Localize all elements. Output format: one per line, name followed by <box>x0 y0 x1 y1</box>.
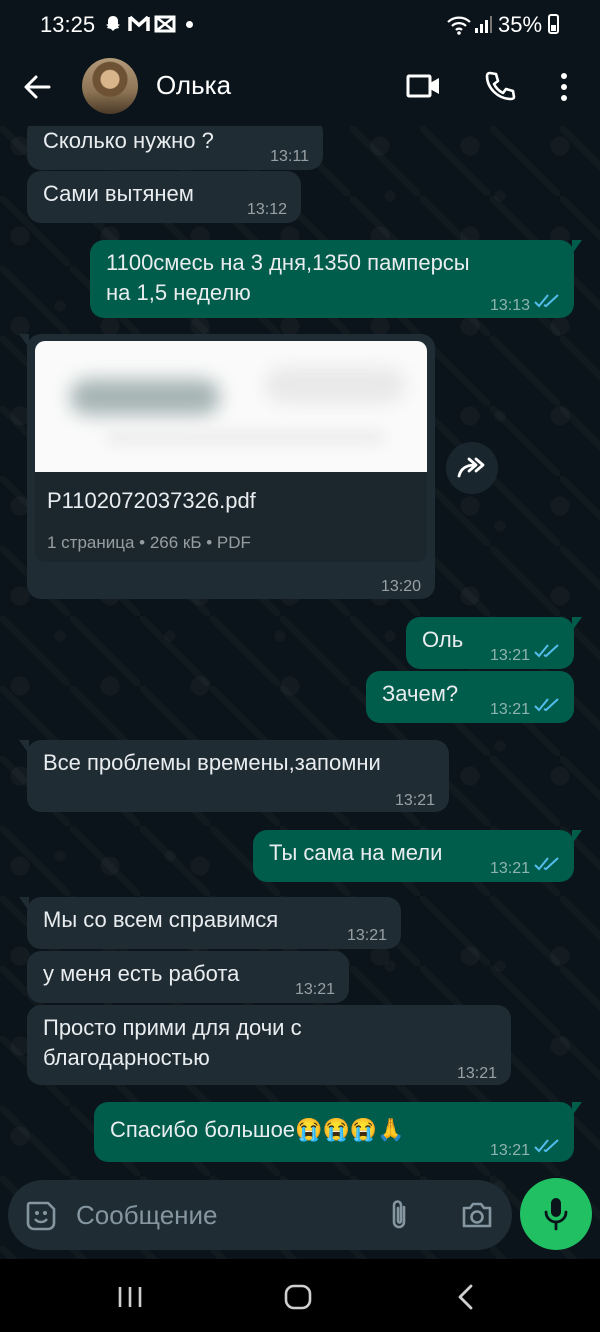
video-call-icon[interactable] <box>406 72 442 100</box>
message-text: у меня есть работа <box>43 961 240 986</box>
message-input-box[interactable]: Сообщение <box>8 1180 512 1250</box>
status-bar: 13:25 35% <box>0 0 600 50</box>
gmail-icon <box>128 15 150 31</box>
camera-icon[interactable] <box>460 1200 494 1230</box>
message-text: Зачем? <box>382 681 459 706</box>
voice-call-icon[interactable] <box>484 70 516 102</box>
chat-header: Олька <box>0 50 600 126</box>
message-text: Оль <box>422 627 464 652</box>
message-incoming[interactable]: Сами вытянем 13:12 <box>27 171 301 223</box>
wifi-icon <box>447 16 471 35</box>
message-incoming[interactable]: Просто прими для дочи с благодарностью 1… <box>27 1005 511 1085</box>
message-time: 13:21 <box>394 792 435 809</box>
message-time: 13:12 <box>246 201 287 218</box>
message-input-placeholder[interactable]: Сообщение <box>76 1200 218 1231</box>
forward-icon <box>457 457 485 478</box>
emoji-sticker-icon[interactable] <box>24 1199 58 1233</box>
message-text: Ты сама на мели <box>269 840 443 865</box>
read-ticks-icon <box>534 1139 559 1153</box>
message-text: Сами вытянем <box>43 181 194 206</box>
back-arrow-icon[interactable] <box>22 72 52 102</box>
message-time: 13:21 <box>489 1142 530 1159</box>
document-filename: P1102072037326.pdf <box>47 488 256 513</box>
read-ticks-icon <box>534 857 559 871</box>
message-document[interactable]: P1102072037326.pdf 1 страница • 266 кБ •… <box>19 334 435 599</box>
message-text: Сколько нужно ? <box>43 128 214 153</box>
message-outgoing[interactable]: Зачем? 13:21 <box>366 671 574 723</box>
message-time: 13:21 <box>346 927 387 944</box>
read-ticks-icon <box>534 698 559 712</box>
message-incoming[interactable]: Мы со всем справимся 13:21 <box>19 897 401 949</box>
message-incoming[interactable]: Сколько нужно ? 13:11 <box>27 126 323 170</box>
message-incoming[interactable]: у меня есть работа 13:21 <box>27 951 349 1003</box>
back-nav-icon[interactable] <box>456 1284 476 1310</box>
message-time: 13:21 <box>489 701 530 718</box>
message-time: 13:13 <box>489 297 530 314</box>
message-text: Мы со всем справимся <box>43 907 279 932</box>
message-text: Все проблемы времены,запомни <box>43 750 381 775</box>
message-time: 13:21 <box>456 1065 497 1082</box>
forward-button[interactable] <box>446 442 498 494</box>
read-ticks-icon <box>534 644 559 658</box>
more-options-icon[interactable] <box>558 72 570 102</box>
more-notifications-dot <box>186 21 193 28</box>
voice-message-button[interactable] <box>520 1178 592 1250</box>
message-outgoing[interactable]: Оль 13:21 <box>406 617 582 669</box>
document-info-panel[interactable]: P1102072037326.pdf 1 страница • 266 кБ •… <box>35 472 427 562</box>
snapchat-icon <box>106 16 120 31</box>
message-time: 13:20 <box>380 578 421 595</box>
pdf-preview-thumbnail[interactable] <box>35 341 427 472</box>
document-meta: 1 страница • 266 кБ • PDF <box>47 533 251 552</box>
contact-name[interactable]: Олька <box>156 70 231 101</box>
mail-icon <box>154 15 176 33</box>
message-text-line1: Просто прими для дочи с <box>43 1015 302 1040</box>
message-time: 13:21 <box>489 860 530 877</box>
message-text-line1: 1100смесь на 3 дня,1350 памперсы <box>106 250 470 275</box>
message-list[interactable]: Сколько нужно ? 13:11 Сами вытянем 13:12… <box>0 126 600 1259</box>
battery-icon <box>548 14 559 34</box>
message-text: Спасибо большое😭😭😭🙏 <box>110 1117 405 1142</box>
message-time: 13:21 <box>294 981 335 998</box>
system-navigation-bar <box>0 1259 600 1332</box>
message-text-line2: на 1,5 неделю <box>106 280 251 305</box>
recent-apps-icon[interactable] <box>116 1285 144 1309</box>
status-time: 13:25 <box>40 12 96 37</box>
message-outgoing[interactable]: Ты сама на мели 13:21 <box>253 830 582 882</box>
microphone-icon <box>544 1198 568 1231</box>
message-outgoing[interactable]: 1100смесь на 3 дня,1350 памперсы на 1,5 … <box>90 240 582 318</box>
read-ticks-icon <box>534 294 559 308</box>
avatar[interactable] <box>82 58 138 114</box>
message-outgoing[interactable]: Спасибо большое😭😭😭🙏 13:21 <box>94 1102 582 1162</box>
battery-percent: 35% <box>498 12 543 37</box>
message-time: 13:21 <box>489 647 530 664</box>
message-text-line2: благодарностью <box>43 1045 210 1070</box>
composer-bar: Сообщение <box>0 1170 600 1260</box>
signal-icon <box>475 16 492 33</box>
attach-paperclip-icon[interactable] <box>386 1197 412 1233</box>
message-time: 13:11 <box>270 148 309 165</box>
message-incoming[interactable]: Все проблемы времены,запомни 13:21 <box>19 740 449 812</box>
home-icon[interactable] <box>284 1284 312 1310</box>
